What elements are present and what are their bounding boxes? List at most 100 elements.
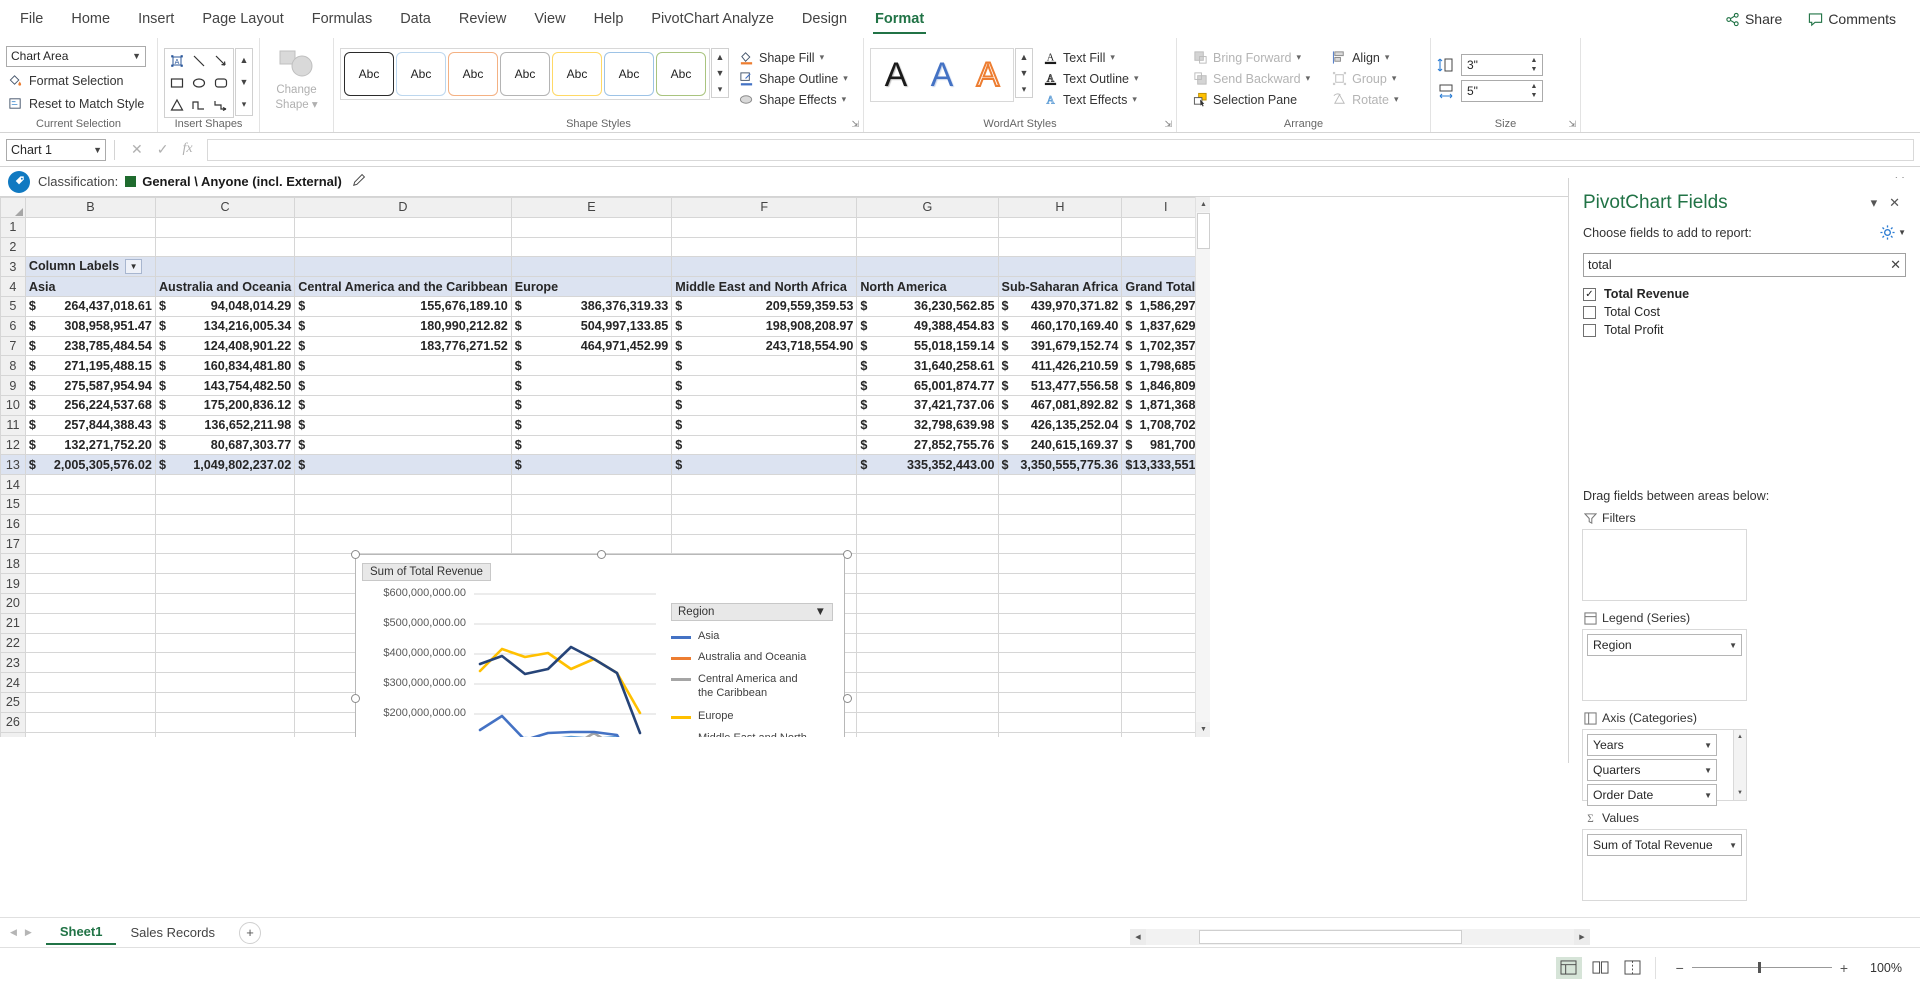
classification-edit-icon[interactable]: [352, 173, 366, 190]
cell-G25[interactable]: [857, 692, 998, 712]
cell-C13[interactable]: $1,049,802,237.02: [155, 455, 294, 475]
height-spin-up-icon[interactable]: ▲: [1527, 56, 1541, 65]
row-header-5[interactable]: 5: [1, 296, 26, 316]
shape-style-4[interactable]: Abc: [500, 52, 550, 96]
cell-C21[interactable]: [155, 613, 294, 633]
column-header-D[interactable]: D: [295, 198, 512, 218]
row-header-14[interactable]: 14: [1, 475, 26, 495]
cell-C5[interactable]: $94,048,014.29: [155, 296, 294, 316]
checkbox-total-profit[interactable]: [1583, 324, 1596, 337]
cell-G23[interactable]: [857, 653, 998, 673]
cell-H9[interactable]: $513,477,556.58: [998, 376, 1122, 396]
cell-B24[interactable]: [25, 673, 155, 693]
row-header-22[interactable]: 22: [1, 633, 26, 653]
tab-formulas[interactable]: Formulas: [298, 4, 386, 34]
cell-C16[interactable]: [155, 514, 294, 534]
resize-handle-top-right[interactable]: [843, 550, 852, 559]
line-shape-icon[interactable]: [188, 50, 210, 72]
resize-handle-middle-left[interactable]: [351, 694, 360, 703]
cell-C11[interactable]: $136,652,211.98: [155, 415, 294, 435]
cell-D3[interactable]: [295, 257, 512, 277]
cell-E11[interactable]: $: [511, 415, 672, 435]
pill-years-chevron-icon[interactable]: ▼: [1704, 741, 1712, 750]
cell-B3-column-labels[interactable]: Column Labels▼: [25, 257, 155, 277]
tab-help[interactable]: Help: [580, 4, 638, 34]
cell-E1[interactable]: [511, 217, 672, 237]
pill-sum-of-total-revenue[interactable]: Sum of Total Revenue ▼: [1587, 834, 1742, 856]
axis-area-scrollbar[interactable]: ▲ ▼: [1733, 729, 1747, 801]
add-sheet-button[interactable]: +: [239, 922, 261, 944]
clear-search-icon[interactable]: ✕: [1890, 257, 1901, 273]
shape-fill-button[interactable]: Shape Fill▾: [735, 48, 852, 67]
pill-region[interactable]: Region ▼: [1587, 634, 1742, 656]
cell-B22[interactable]: [25, 633, 155, 653]
cell-E12[interactable]: $: [511, 435, 672, 455]
cell-D5[interactable]: $155,676,189.10: [295, 296, 512, 316]
cell-F2[interactable]: [672, 237, 857, 257]
text-fill-button[interactable]: A Text Fill▾: [1039, 48, 1143, 67]
row-header-13[interactable]: 13: [1, 455, 26, 475]
cell-C2[interactable]: [155, 237, 294, 257]
cell-G20[interactable]: [857, 593, 998, 613]
zoom-slider[interactable]: − +: [1676, 960, 1848, 976]
cell-C1[interactable]: [155, 217, 294, 237]
pill-years[interactable]: Years ▼: [1587, 734, 1717, 756]
tab-view[interactable]: View: [520, 4, 579, 34]
cell-G16[interactable]: [857, 514, 998, 534]
cell-G11[interactable]: $32,798,639.98: [857, 415, 998, 435]
cell-H1[interactable]: [998, 217, 1122, 237]
row-header-18[interactable]: 18: [1, 554, 26, 574]
cell-B18[interactable]: [25, 554, 155, 574]
cell-E6[interactable]: $504,997,133.85: [511, 316, 672, 336]
wordart-dialog-launcher-icon[interactable]: ⇲: [1164, 119, 1172, 130]
confirm-formula-icon[interactable]: ✓: [157, 141, 169, 158]
field-total-cost[interactable]: Total Cost: [1569, 303, 1920, 321]
cell-G19[interactable]: [857, 574, 998, 594]
pane-close-icon[interactable]: ✕: [1883, 195, 1906, 211]
cell-D2[interactable]: [295, 237, 512, 257]
name-box[interactable]: Chart 1 ▼: [6, 139, 106, 161]
axis-scroll-up-icon[interactable]: ▲: [1734, 730, 1746, 744]
cell-F9[interactable]: $: [672, 376, 857, 396]
reset-to-match-style-button[interactable]: Reset to Match Style: [6, 94, 146, 113]
cell-E10[interactable]: $: [511, 395, 672, 415]
shape-outline-button[interactable]: Shape Outline▾: [735, 69, 852, 88]
legend-filter-chevron-icon[interactable]: ▼: [815, 606, 826, 618]
cell-H21[interactable]: [998, 613, 1122, 633]
cell-E5[interactable]: $386,376,319.33: [511, 296, 672, 316]
field-total-revenue[interactable]: ✓ Total Revenue: [1569, 285, 1920, 303]
comments-button[interactable]: Comments: [1798, 6, 1906, 32]
cell-C3[interactable]: [155, 257, 294, 277]
cell-H20[interactable]: [998, 593, 1122, 613]
cell-F6[interactable]: $198,908,208.97: [672, 316, 857, 336]
cell-E3[interactable]: [511, 257, 672, 277]
row-header-27[interactable]: 27: [1, 732, 26, 737]
page-layout-view-button[interactable]: [1588, 957, 1614, 979]
spreadsheet-grid[interactable]: B C D E F G H I 1: [0, 197, 1210, 737]
area-body-filters[interactable]: [1582, 529, 1747, 601]
cell-G27[interactable]: [857, 732, 998, 737]
cell-B26[interactable]: [25, 712, 155, 732]
row-header-3[interactable]: 3: [1, 257, 26, 277]
cell-G18[interactable]: [857, 554, 998, 574]
cell-H6[interactable]: $460,170,169.40: [998, 316, 1122, 336]
cell-H4-header-sub-saharan[interactable]: Sub-Saharan Africa: [998, 277, 1122, 297]
cell-B11[interactable]: $257,844,388.43: [25, 415, 155, 435]
rounded-rectangle-shape-icon[interactable]: [210, 72, 232, 94]
checkbox-total-cost[interactable]: [1583, 306, 1596, 319]
cell-G4-header-north-america[interactable]: North America: [857, 277, 998, 297]
cell-C4-header-australia[interactable]: Australia and Oceania: [155, 277, 294, 297]
resize-handle-top-center[interactable]: [597, 550, 606, 559]
cell-G21[interactable]: [857, 613, 998, 633]
pill-values-chevron-icon[interactable]: ▼: [1729, 841, 1737, 850]
cell-C24[interactable]: [155, 673, 294, 693]
cell-G13[interactable]: $335,352,443.00: [857, 455, 998, 475]
chart-title[interactable]: Sum of Total Revenue: [362, 563, 491, 581]
group-button[interactable]: Group▾: [1328, 69, 1402, 88]
tab-pivotchart-analyze[interactable]: PivotChart Analyze: [637, 4, 788, 34]
vertical-scroll-thumb[interactable]: [1197, 213, 1210, 249]
cell-D12[interactable]: $: [295, 435, 512, 455]
column-labels-filter-icon[interactable]: ▼: [125, 259, 142, 274]
row-header-11[interactable]: 11: [1, 415, 26, 435]
pill-order-date[interactable]: Order Date ▼: [1587, 784, 1717, 806]
